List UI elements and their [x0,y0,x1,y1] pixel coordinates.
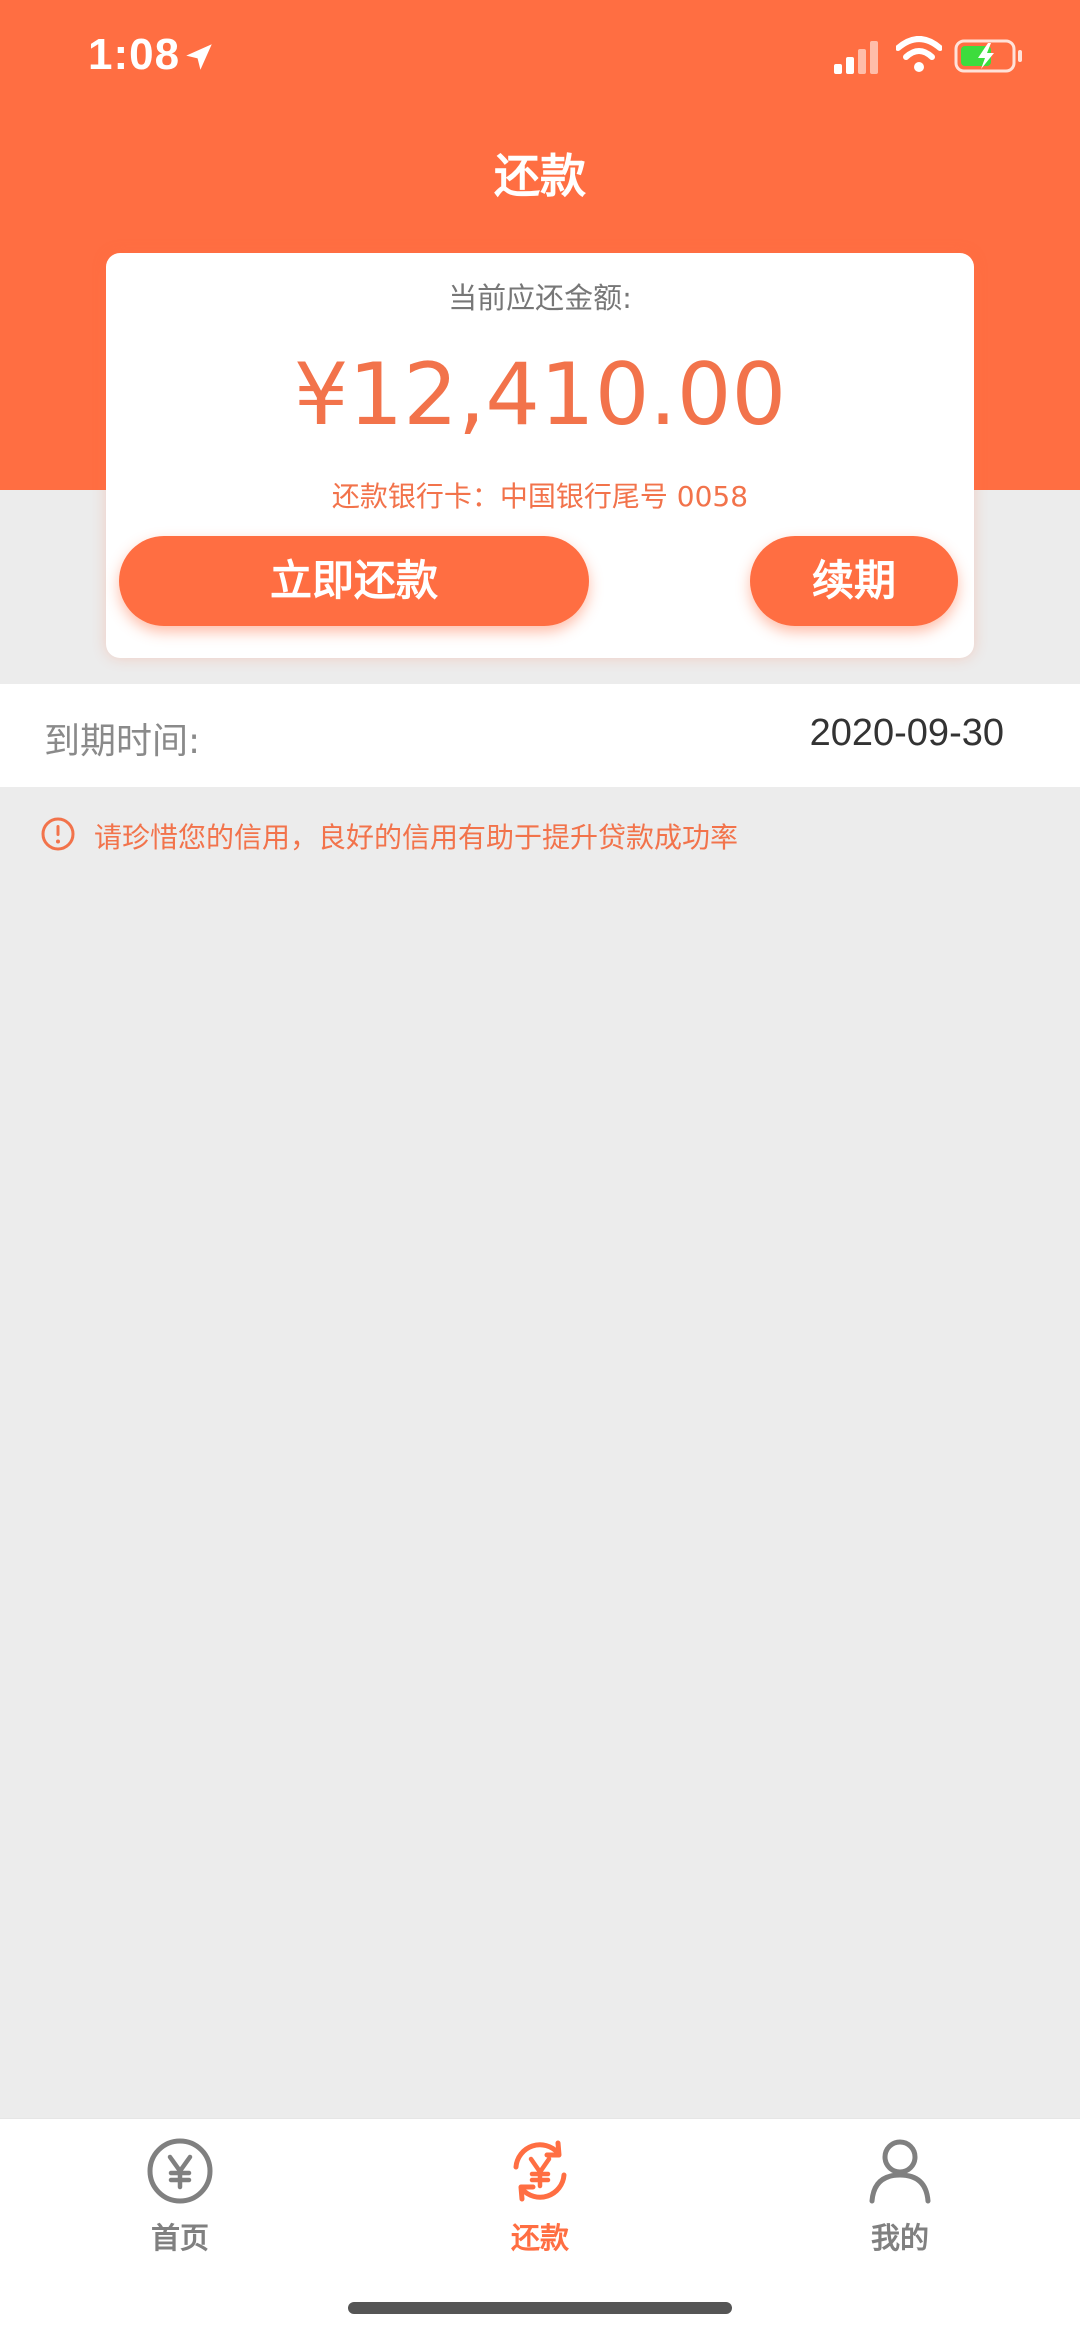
tab-mine[interactable]: 我的 [800,2131,1000,2261]
amount-due-value: ¥12,410.00 [293,345,787,445]
wifi-icon [896,36,942,72]
tab-repay[interactable]: 还款 [440,2131,640,2261]
status-time: 1:08 [88,30,181,79]
tab-mine-label: 我的 [870,2221,929,2255]
location-arrow-icon [186,44,212,70]
user-icon [869,2139,931,2204]
repay-now-button[interactable]: 立即还款 [119,536,589,626]
tab-home[interactable]: 首页 [80,2131,280,2261]
amount-due-label: 当前应还金额: [448,281,632,315]
home-indicator[interactable] [348,2302,732,2314]
due-date-value: 2020-09-30 [809,712,1004,754]
tab-repay-label: 还款 [510,2221,569,2255]
status-bar: 1:08 [0,0,1080,120]
yen-coin-icon [147,2138,213,2204]
repayment-bank-card: 还款银行卡：中国银行尾号 0058 [331,480,749,513]
due-date-label: 到期时间: [44,721,201,762]
repayment-card: 当前应还金额: ¥12,410.00 还款银行卡：中国银行尾号 0058 立即还… [106,253,974,658]
battery-charging-icon [954,39,1022,73]
due-date-row: 到期时间: 2020-09-30 [0,684,1080,787]
info-icon [41,817,75,851]
credit-tip-text: 请珍惜您的信用，良好的信用有助于提升贷款成功率 [94,821,739,854]
tab-home-label: 首页 [150,2221,209,2255]
cellular-signal-icon [834,41,878,74]
page-title: 还款 [494,149,586,203]
extend-loan-button[interactable]: 续期 [750,536,958,626]
yen-refresh-icon [513,2140,567,2202]
